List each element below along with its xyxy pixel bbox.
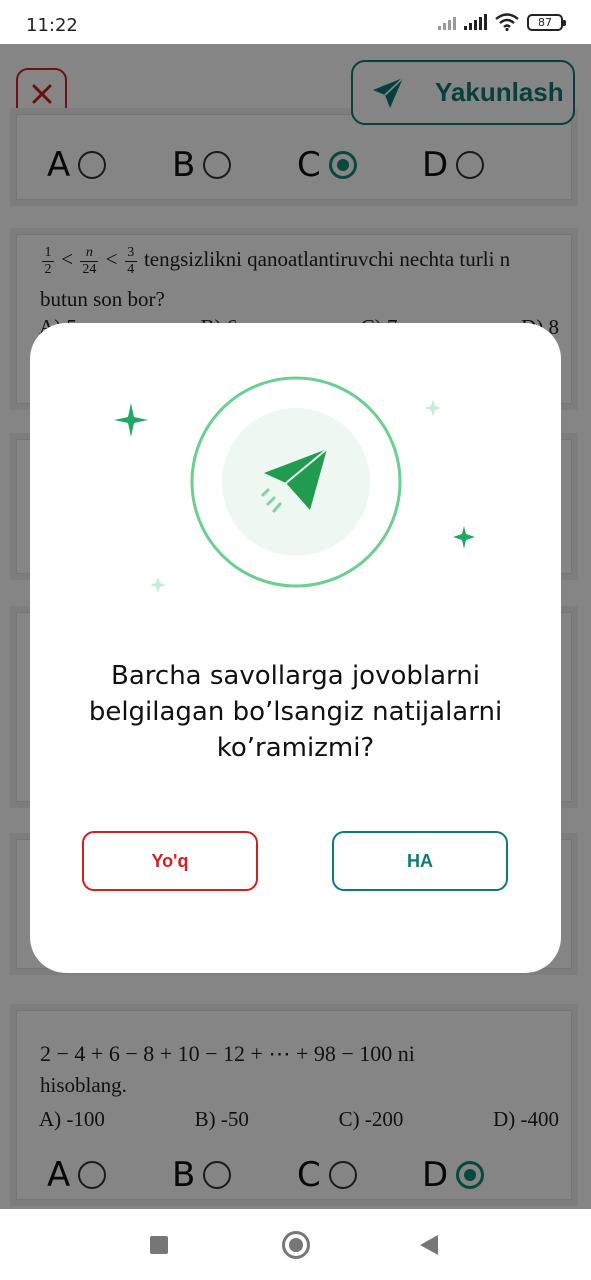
back-icon[interactable] [420, 1235, 438, 1255]
confirm-dialog: Barcha savollarga jovoblarni belgilagan … [30, 323, 561, 973]
battery-level: 87 [538, 15, 552, 29]
status-icons: 87 [438, 13, 566, 31]
no-button[interactable]: Yo'q [82, 831, 258, 891]
home-icon[interactable] [282, 1231, 310, 1259]
wifi-icon [495, 13, 519, 31]
battery-icon: 87 [527, 13, 566, 31]
status-time: 11:22 [26, 15, 78, 36]
yes-button[interactable]: HA [332, 831, 508, 891]
status-bar: 11:22 87 [0, 0, 591, 44]
recent-apps-icon[interactable] [150, 1236, 168, 1254]
navigation-bar [0, 1209, 591, 1280]
signal-icon [464, 14, 487, 30]
dialog-message: Barcha savollarga jovoblarni belgilagan … [88, 661, 503, 763]
no-signal-icon [438, 14, 456, 30]
paper-plane-illustration [114, 376, 475, 593]
